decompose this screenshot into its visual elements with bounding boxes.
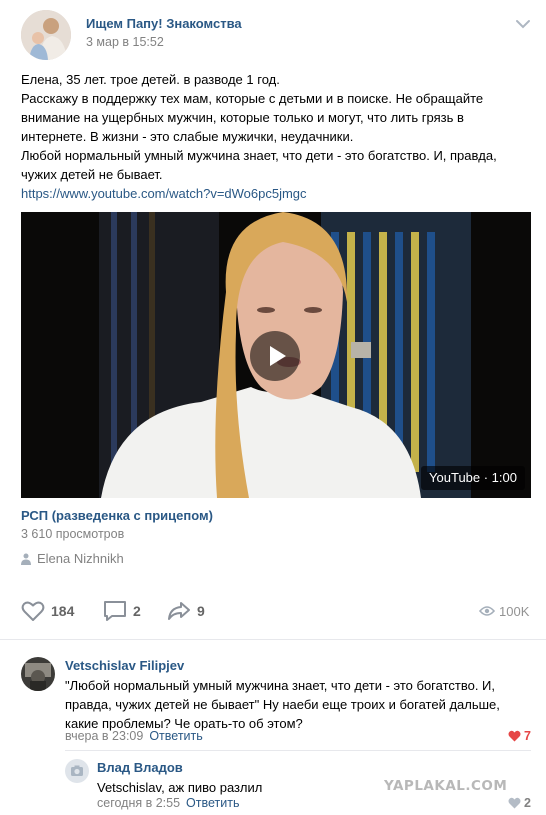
chevron-down-icon[interactable] <box>515 18 531 30</box>
youtube-link[interactable]: https://www.youtube.com/watch?v=dWo6pc5j… <box>21 184 531 203</box>
comment-text-line: правда, чужих детей не бывает" Ну наеби … <box>65 697 500 712</box>
commenter-avatar[interactable] <box>21 657 55 691</box>
post-text-line: чужих детей не бывает. <box>21 167 163 182</box>
views-count: 100K <box>499 604 530 619</box>
like-button[interactable]: 184 <box>21 598 91 626</box>
comment-meta: вчера в 23:09 Ответить <box>65 729 203 743</box>
comment-icon <box>104 601 126 621</box>
post-text-line: Расскажу в поддержку тех мам, которые с … <box>21 91 484 106</box>
post-text-line: интернете. В жизни - это слабые мужички,… <box>21 129 354 144</box>
play-button[interactable] <box>250 331 300 381</box>
video-source-badge: YouTube · 1:00 <box>421 466 525 490</box>
share-button[interactable]: 9 <box>167 598 227 626</box>
group-name-link[interactable]: Ищем Папу! Знакомства <box>86 16 242 31</box>
post-text: Елена, 35 лет. трое детей. в разводе 1 г… <box>21 70 531 203</box>
reply-time[interactable]: сегодня в 2:55 <box>97 796 180 810</box>
reply-meta: сегодня в 2:55 Ответить <box>97 796 239 810</box>
comment: Vetschislav Filipjev "Любой нормальный у… <box>0 641 546 751</box>
comment-text-line: "Любой нормальный умный мужчина знает, ч… <box>65 678 496 693</box>
group-avatar[interactable] <box>21 10 71 60</box>
video-author-name: Elena Nizhnikh <box>37 551 124 566</box>
heart-icon <box>21 601 45 621</box>
user-icon <box>21 553 31 565</box>
video-player[interactable]: YouTube · 1:00 <box>21 212 531 498</box>
post-actions: 184 2 9 100K <box>21 598 531 626</box>
like-count: 184 <box>51 603 75 619</box>
camera-icon <box>71 765 83 776</box>
post-date[interactable]: 3 мар в 15:52 <box>86 35 164 49</box>
play-icon <box>270 346 286 366</box>
watermark: YAPLAKAL.COM <box>384 778 508 794</box>
post-text-line: внимание на ущербных мужчин, которые тол… <box>21 110 464 125</box>
eye-icon <box>479 606 495 616</box>
comment-text: "Любой нормальный умный мужчина знает, ч… <box>65 676 500 733</box>
wall-post: Ищем Папу! Знакомства 3 мар в 15:52 Елен… <box>0 0 546 640</box>
reply-button[interactable]: Ответить <box>149 729 202 743</box>
views-counter: 100K <box>479 598 531 626</box>
share-count: 9 <box>197 603 205 619</box>
post-text-line: Любой нормальный умный мужчина знает, чт… <box>21 148 497 163</box>
reply-text-line: Vetschislav, аж пиво разлил <box>97 780 263 795</box>
reply-button[interactable]: Ответить <box>186 796 239 810</box>
share-icon <box>168 602 190 620</box>
reply-like-button[interactable]: 2 <box>508 796 532 812</box>
comment-like-button[interactable]: 7 <box>508 729 532 745</box>
heart-icon <box>508 797 521 809</box>
video-views: 3 610 просмотров <box>21 527 125 541</box>
reply-author-link[interactable]: Влад Владов <box>97 760 183 775</box>
post-text-line: Елена, 35 лет. трое детей. в разводе 1 г… <box>21 72 280 87</box>
video-title-link[interactable]: РСП (разведенка с прицепом) <box>21 508 213 523</box>
heart-filled-icon <box>508 730 521 742</box>
comment-like-count: 7 <box>524 729 531 743</box>
comment-time[interactable]: вчера в 23:09 <box>65 729 143 743</box>
comment-author-link[interactable]: Vetschislav Filipjev <box>65 658 184 673</box>
reply-text: Vetschislav, аж пиво разлил <box>97 778 262 797</box>
reply-avatar[interactable] <box>65 759 89 783</box>
comment-button[interactable]: 2 <box>103 598 163 626</box>
reply-like-count: 2 <box>524 796 531 810</box>
comment-count: 2 <box>133 603 141 619</box>
post-header: Ищем Папу! Знакомства 3 мар в 15:52 <box>21 10 531 60</box>
